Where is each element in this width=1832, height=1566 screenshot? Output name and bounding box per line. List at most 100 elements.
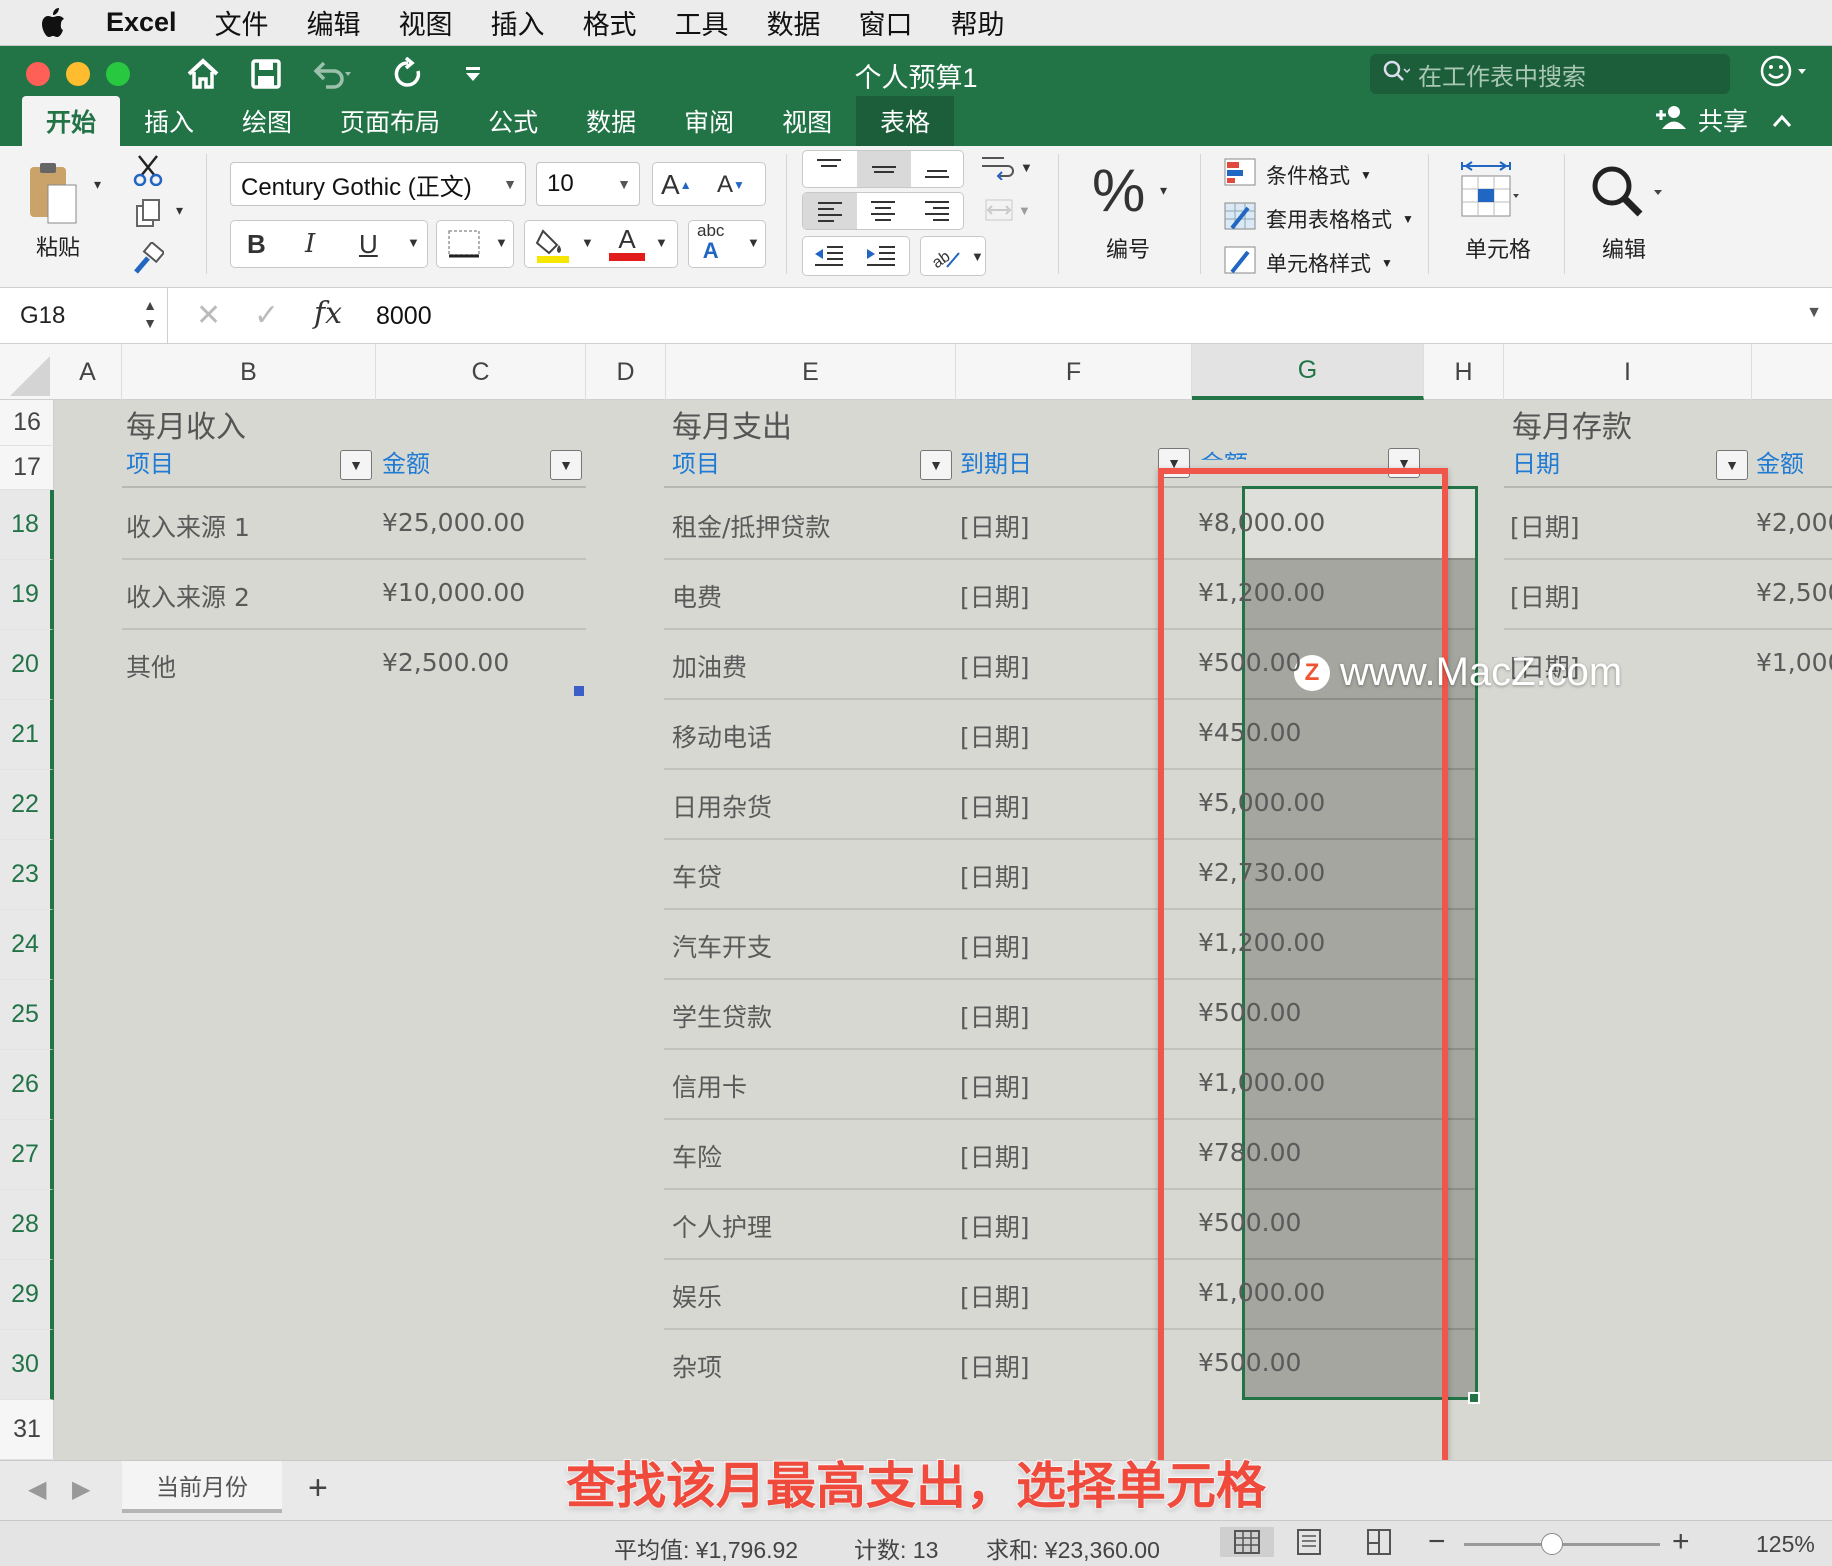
underline-button[interactable]: U	[359, 229, 378, 260]
borders-button[interactable]: ▼	[436, 220, 514, 268]
expense-due-date[interactable]: [日期]	[960, 998, 1030, 1034]
paste-dropdown-icon[interactable]: ▾	[94, 176, 101, 193]
expense-item[interactable]: 日用杂货	[672, 788, 772, 824]
tab-page-layout[interactable]: 页面布局	[316, 96, 464, 146]
font-color-button[interactable]: A	[607, 223, 647, 263]
expense-item[interactable]: 汽车开支	[672, 928, 772, 964]
income-header-amount[interactable]: 金额	[382, 444, 430, 479]
column-header-e[interactable]: E	[666, 344, 956, 400]
expense-amount[interactable]: ¥500.00	[1198, 1348, 1301, 1377]
menu-view[interactable]: 视图	[399, 3, 453, 42]
tab-insert[interactable]: 插入	[120, 96, 218, 146]
confirm-icon[interactable]: ✓	[254, 298, 279, 333]
expenses-header-item[interactable]: 项目	[672, 444, 720, 479]
expense-item[interactable]: 电费	[672, 578, 722, 614]
row-header-16[interactable]: 16	[0, 400, 54, 446]
filter-dropdown-icon[interactable]: ▼	[920, 450, 952, 480]
expense-item[interactable]: 娱乐	[672, 1278, 722, 1314]
tab-formulas[interactable]: 公式	[464, 96, 562, 146]
menu-edit[interactable]: 编辑	[307, 3, 361, 42]
expense-due-date[interactable]: [日期]	[960, 1068, 1030, 1104]
savings-date[interactable]: [日期]	[1510, 578, 1580, 614]
name-box-stepper-icon[interactable]: ▲ ▼	[143, 296, 157, 332]
expense-due-date[interactable]: [日期]	[960, 788, 1030, 824]
income-item[interactable]: 收入来源 1	[126, 508, 250, 544]
align-bottom-icon[interactable]	[923, 157, 951, 179]
select-all-button[interactable]	[0, 344, 54, 400]
row-header-24[interactable]: 24	[0, 910, 54, 980]
expense-amount[interactable]: ¥450.00	[1198, 718, 1301, 747]
row-header-19[interactable]: 19	[0, 560, 54, 630]
income-amount[interactable]: ¥25,000.00	[382, 508, 525, 537]
minimize-window-button[interactable]	[66, 62, 90, 86]
wrap-text-icon[interactable]: ▼	[980, 154, 1033, 180]
column-header-h[interactable]: H	[1424, 344, 1504, 400]
expense-item[interactable]: 个人护理	[672, 1208, 772, 1244]
italic-button[interactable]: I	[305, 229, 315, 259]
income-item[interactable]: 收入来源 2	[126, 578, 250, 614]
expense-due-date[interactable]: [日期]	[960, 1348, 1030, 1384]
shrink-font-button[interactable]: A ▼	[717, 171, 745, 199]
expense-item[interactable]: 杂项	[672, 1348, 722, 1384]
expense-item[interactable]: 加油费	[672, 648, 747, 684]
insert-function-button[interactable]: fx	[314, 296, 342, 331]
expense-amount[interactable]: ¥1,000.00	[1198, 1278, 1325, 1307]
align-left-icon[interactable]	[803, 193, 857, 229]
status-average[interactable]: 平均值: ¥1,796.92	[614, 1531, 798, 1565]
formula-input[interactable]: 8000	[376, 302, 432, 331]
worksheet-grid[interactable]: 每月收入 项目 ▼ 金额 ▼ 收入来源 1 ¥25,000.00 收入来源 2 …	[54, 400, 1832, 1460]
maximize-window-button[interactable]	[106, 62, 130, 86]
apple-icon[interactable]	[40, 5, 70, 41]
font-color-dropdown-icon[interactable]: ▼	[655, 235, 668, 250]
expense-due-date[interactable]: [日期]	[960, 1208, 1030, 1244]
font-name-select[interactable]: Century Gothic (正文) ▼	[230, 162, 526, 206]
expense-amount[interactable]: ¥500.00	[1198, 648, 1301, 677]
income-header-item[interactable]: 项目	[126, 444, 174, 479]
magnifier-icon[interactable]	[1590, 164, 1664, 222]
menu-window[interactable]: 窗口	[859, 3, 913, 42]
expense-amount[interactable]: ¥500.00	[1198, 1208, 1301, 1237]
page-break-view-icon[interactable]	[1364, 1527, 1394, 1557]
column-header-b[interactable]: B	[122, 344, 376, 400]
redo-icon[interactable]	[392, 52, 426, 96]
expense-item[interactable]: 信用卡	[672, 1068, 747, 1104]
savings-title[interactable]: 每月存款	[1512, 402, 1632, 446]
page-layout-view-icon[interactable]	[1294, 1527, 1324, 1557]
row-header-28[interactable]: 28	[0, 1190, 54, 1260]
filter-dropdown-icon[interactable]: ▼	[550, 450, 582, 480]
format-painter-icon[interactable]	[132, 242, 164, 274]
expense-amount[interactable]: ¥1,000.00	[1198, 1068, 1325, 1097]
normal-view-icon[interactable]	[1220, 1527, 1274, 1557]
cancel-icon[interactable]: ✕	[196, 298, 221, 333]
table-resize-handle[interactable]	[574, 686, 584, 696]
number-label[interactable]: 编号	[1096, 232, 1160, 264]
savings-header-amount[interactable]: 金额	[1756, 444, 1804, 479]
underline-dropdown-icon[interactable]: ▼	[407, 235, 420, 250]
row-header-26[interactable]: 26	[0, 1050, 54, 1120]
editing-label[interactable]: 编辑	[1590, 232, 1658, 264]
menu-help[interactable]: 帮助	[951, 3, 1005, 42]
phonetic-button[interactable]: abc A ▼	[688, 220, 766, 268]
zoom-slider-thumb[interactable]	[1541, 1533, 1564, 1555]
column-header-g[interactable]: G	[1192, 344, 1424, 400]
zoom-out-button[interactable]: −	[1428, 1525, 1446, 1559]
row-header-23[interactable]: 23	[0, 840, 54, 910]
row-header-29[interactable]: 29	[0, 1260, 54, 1330]
menu-insert[interactable]: 插入	[491, 3, 545, 42]
expense-due-date[interactable]: [日期]	[960, 648, 1030, 684]
align-right-icon[interactable]	[923, 199, 951, 221]
number-dropdown-icon[interactable]: ▾	[1160, 182, 1167, 199]
row-header-20[interactable]: 20	[0, 630, 54, 700]
column-header-c[interactable]: C	[376, 344, 586, 400]
row-header-25[interactable]: 25	[0, 980, 54, 1050]
income-amount[interactable]: ¥2,500.00	[382, 648, 509, 677]
savings-date[interactable]: [日期]	[1510, 508, 1580, 544]
expense-amount[interactable]: ¥500.00	[1198, 998, 1301, 1027]
expenses-title[interactable]: 每月支出	[672, 402, 792, 446]
close-window-button[interactable]	[26, 62, 50, 86]
orientation-button[interactable]: ab ▼	[920, 236, 986, 276]
grow-font-button[interactable]: A ▲	[661, 169, 692, 201]
expenses-header-due[interactable]: 到期日	[960, 444, 1032, 479]
expense-due-date[interactable]: [日期]	[960, 1138, 1030, 1174]
paste-label[interactable]: 粘贴	[30, 230, 86, 262]
